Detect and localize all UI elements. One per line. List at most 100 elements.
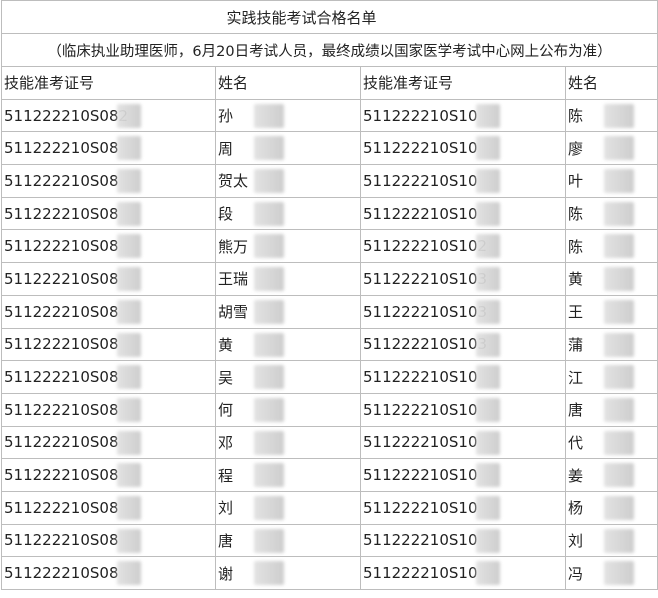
exam-id-right-text: 511222210S10	[363, 139, 478, 158]
title-row: 实践技能考试合格名单	[0, 0, 658, 34]
table-row: 511222210S08 唐 511222210S10 刘	[1, 523, 658, 558]
exam-id-right-cell: 511222210S10	[360, 425, 566, 460]
redaction-mask	[254, 365, 284, 390]
redaction-mask	[604, 234, 634, 259]
table-row: 511222210S08 贺太 511222210S10 叶	[1, 164, 658, 198]
redaction-mask	[604, 561, 634, 586]
exam-id-right-text: 511222210S103	[363, 302, 488, 321]
exam-id-left-cell: 511222210S082	[1, 98, 216, 133]
exam-id-left-text: 511222210S08	[4, 368, 119, 387]
redaction-mask	[117, 365, 141, 390]
redaction-mask	[604, 169, 634, 194]
exam-id-left-cell: 511222210S08	[1, 327, 216, 362]
name-left-cell: 胡雪	[215, 294, 361, 329]
redaction-mask	[254, 561, 284, 586]
redaction-mask	[476, 234, 500, 259]
redaction-mask	[117, 528, 141, 553]
redaction-mask	[117, 169, 141, 194]
name-right-cell: 陈	[564, 229, 658, 264]
redaction-mask	[254, 169, 284, 194]
name-right-cell: 黄	[564, 262, 658, 296]
table-row: 511222210S08 熊万 511222210S102 陈	[1, 229, 658, 264]
name-right-text: 叶	[568, 172, 584, 191]
redaction-mask	[117, 495, 141, 520]
redaction-mask	[254, 430, 284, 455]
name-right-text: 唐	[568, 401, 584, 420]
name-right-text: 冯	[568, 564, 584, 583]
table-row: 511222210S08 吴 511222210S10 江	[1, 360, 658, 394]
exam-id-left-cell: 511222210S08	[1, 229, 216, 264]
exam-id-left-text: 511222210S08	[4, 531, 119, 550]
exam-id-right-text: 511222210S10	[363, 433, 478, 452]
name-right-text: 黄	[568, 270, 584, 289]
name-right-text: 刘	[568, 531, 584, 550]
name-right-cell: 廖	[564, 131, 658, 166]
name-right-text: 陈	[568, 205, 584, 224]
exam-id-left-text: 511222210S082	[4, 106, 129, 125]
redaction-mask	[476, 136, 500, 161]
exam-id-right-cell: 511222210S10	[360, 131, 566, 166]
exam-id-right-text: 511222210S10	[363, 498, 478, 517]
redaction-mask	[476, 201, 500, 226]
name-right-text: 蒲	[568, 335, 584, 354]
exam-id-left-cell: 511222210S08	[1, 360, 216, 394]
exam-id-right-text: 511222210S103	[363, 335, 488, 354]
redaction-mask	[117, 201, 141, 226]
name-left-cell: 贺太	[215, 164, 361, 198]
redaction-mask	[117, 103, 141, 128]
name-right-text: 陈	[568, 107, 584, 126]
name-left-text: 刘	[218, 499, 234, 518]
name-right-text: 杨	[568, 499, 584, 518]
name-right-text: 廖	[568, 139, 584, 158]
redaction-mask	[117, 234, 141, 259]
table-subtitle: （临床执业助理医师，6月20日考试人员，最终成绩以国家医学考试中心网上公布为准）	[0, 33, 658, 67]
exam-id-left-text: 511222210S08	[4, 237, 119, 256]
name-right-text: 陈	[568, 237, 584, 256]
exam-id-right-text: 511222210S102	[363, 237, 488, 256]
table-row: 511222210S08 刘 511222210S10 杨	[1, 490, 658, 525]
exam-id-left-cell: 511222210S08	[1, 556, 216, 590]
exam-id-right-cell: 511222210S103	[360, 327, 566, 362]
name-left-cell: 程	[215, 458, 361, 492]
redaction-mask	[604, 103, 634, 128]
name-left-text: 段	[218, 205, 234, 224]
redaction-mask	[254, 528, 284, 553]
redaction-mask	[476, 561, 500, 586]
name-right-cell: 刘	[564, 523, 658, 558]
redaction-mask	[254, 397, 284, 422]
redaction-mask	[476, 397, 500, 422]
table-row: 511222210S08 程 511222210S10 姜	[1, 458, 658, 492]
name-right-text: 王	[568, 303, 584, 322]
redaction-mask	[604, 299, 634, 324]
table-row: 511222210S08 何 511222210S10 唐	[1, 392, 658, 427]
exam-id-left-text: 511222210S08	[4, 466, 119, 485]
table-row: 511222210S08 王瑞 511222210S103 黄	[1, 262, 658, 296]
exam-id-right-text: 511222210S10	[363, 400, 478, 419]
header-name-right: 姓名	[564, 66, 658, 100]
exam-id-right-text: 511222210S10	[363, 368, 478, 387]
header-exam-id-right: 技能准考证号	[360, 66, 566, 100]
redaction-mask	[476, 365, 500, 390]
exam-id-left-cell: 511222210S08	[1, 425, 216, 460]
redaction-mask	[117, 430, 141, 455]
redaction-mask	[476, 463, 500, 488]
redaction-mask	[254, 267, 284, 292]
exam-id-left-cell: 511222210S08	[1, 196, 216, 231]
redaction-mask	[254, 103, 284, 128]
redaction-mask	[476, 169, 500, 194]
name-left-cell: 唐	[215, 523, 361, 558]
redaction-mask	[476, 528, 500, 553]
redaction-mask	[604, 332, 634, 357]
name-left-text: 胡雪	[218, 303, 249, 322]
redaction-mask	[604, 528, 634, 553]
table-title: 实践技能考试合格名单	[226, 8, 377, 27]
name-right-cell: 蒲	[564, 327, 658, 362]
exam-id-left-cell: 511222210S08	[1, 523, 216, 558]
exam-id-left-text: 511222210S08	[4, 433, 119, 452]
exam-id-left-cell: 511222210S08	[1, 458, 216, 492]
exam-id-right-cell: 511222210S10	[360, 458, 566, 492]
name-left-text: 黄	[218, 335, 234, 354]
redaction-mask	[604, 463, 634, 488]
exam-id-left-cell: 511222210S08	[1, 131, 216, 166]
redaction-mask	[604, 397, 634, 422]
